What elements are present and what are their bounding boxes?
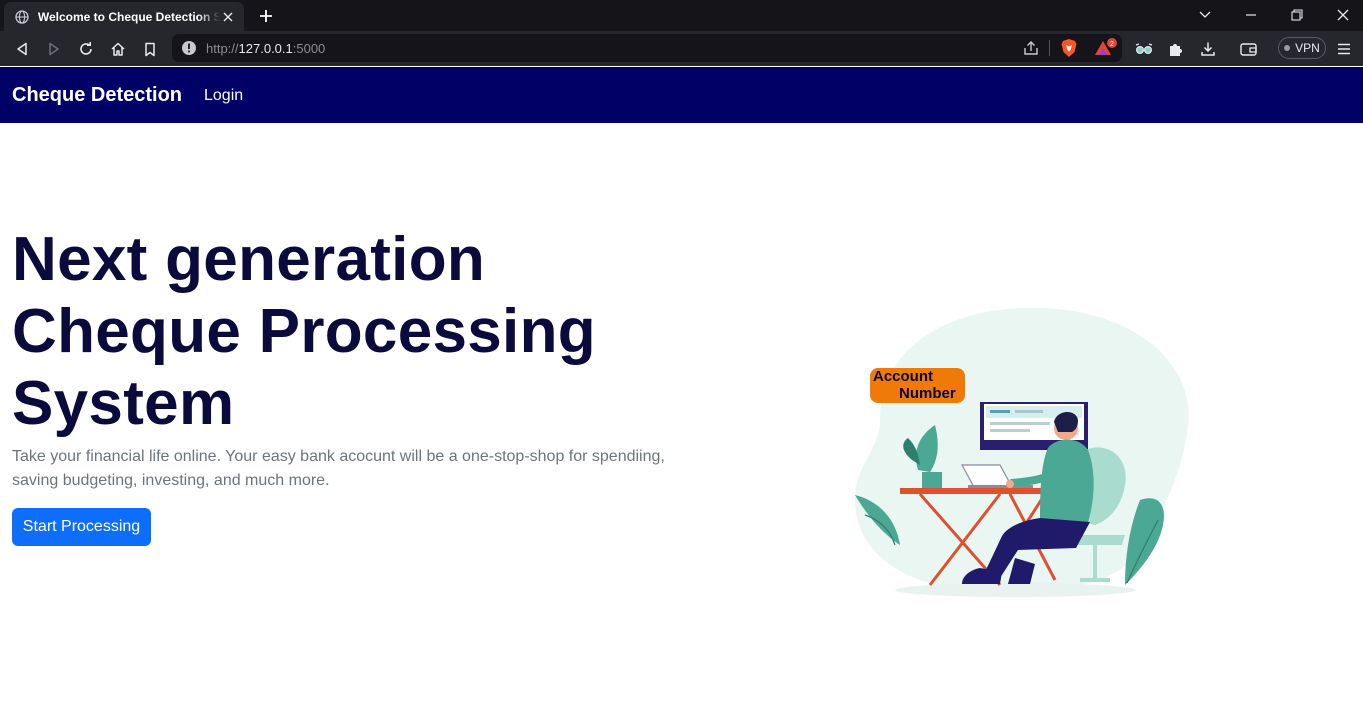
- url-text[interactable]: http://127.0.0.1:5000: [206, 41, 325, 56]
- share-icon[interactable]: [1022, 39, 1040, 57]
- nav-login-link[interactable]: Login: [204, 87, 243, 105]
- rewards-count: 2: [1110, 41, 1114, 48]
- info-icon[interactable]: [181, 40, 197, 56]
- browser-tab[interactable]: Welcome to Cheque Detection System: [4, 2, 244, 31]
- extension-glasses-icon[interactable]: [1133, 38, 1155, 60]
- browser-toolbar: http://127.0.0.1:5000 2 VPN: [0, 31, 1363, 66]
- url-scheme: http://: [206, 41, 239, 56]
- vpn-button[interactable]: VPN: [1278, 37, 1326, 59]
- address-bar[interactable]: http://127.0.0.1:5000 2: [172, 34, 1122, 62]
- bookmark-icon[interactable]: [139, 38, 161, 60]
- badge-line-2: Number: [899, 385, 956, 402]
- back-icon[interactable]: [11, 38, 33, 60]
- menu-icon[interactable]: [1333, 38, 1355, 60]
- download-icon[interactable]: [1197, 38, 1219, 60]
- brave-shield-icon[interactable]: [1059, 38, 1079, 58]
- close-window-icon[interactable]: [1332, 5, 1354, 25]
- badge-line-1: Account: [873, 368, 933, 385]
- wallet-icon[interactable]: [1237, 38, 1259, 60]
- restore-icon[interactable]: [1286, 5, 1308, 25]
- forward-icon[interactable]: [43, 38, 65, 60]
- start-processing-button[interactable]: Start Processing: [12, 508, 151, 546]
- address-bar-divider: [1049, 40, 1050, 56]
- cheque-processing-illustration: [855, 307, 1189, 597]
- tab-title: Welcome to Cheque Detection System: [37, 9, 221, 24]
- hero-title: Next generation Cheque Processing System: [12, 225, 596, 438]
- hero-subtitle: Take your financial life online. Your ea…: [12, 448, 665, 489]
- puzzle-icon[interactable]: [1165, 38, 1187, 60]
- hero-illustration: Account Number: [840, 300, 1200, 605]
- vpn-label: VPN: [1295, 41, 1320, 55]
- home-icon[interactable]: [107, 38, 129, 60]
- reload-icon[interactable]: [75, 38, 97, 60]
- url-port: :5000: [292, 41, 326, 56]
- globe-icon: [14, 9, 30, 25]
- vpn-status-dot: [1284, 45, 1291, 51]
- brave-rewards-icon[interactable]: 2: [1093, 38, 1119, 58]
- browser-tab-strip: Welcome to Cheque Detection System: [0, 0, 1363, 31]
- chevron-down-icon[interactable]: [1194, 5, 1216, 25]
- brand-link[interactable]: Cheque Detection: [12, 84, 182, 107]
- close-icon[interactable]: [220, 9, 236, 25]
- site-navbar: Cheque Detection Login: [0, 67, 1363, 123]
- url-host: 127.0.0.1: [238, 41, 293, 56]
- minimize-icon[interactable]: [1240, 5, 1262, 25]
- account-number-badge: Account Number: [870, 368, 965, 403]
- plus-icon[interactable]: [256, 6, 276, 26]
